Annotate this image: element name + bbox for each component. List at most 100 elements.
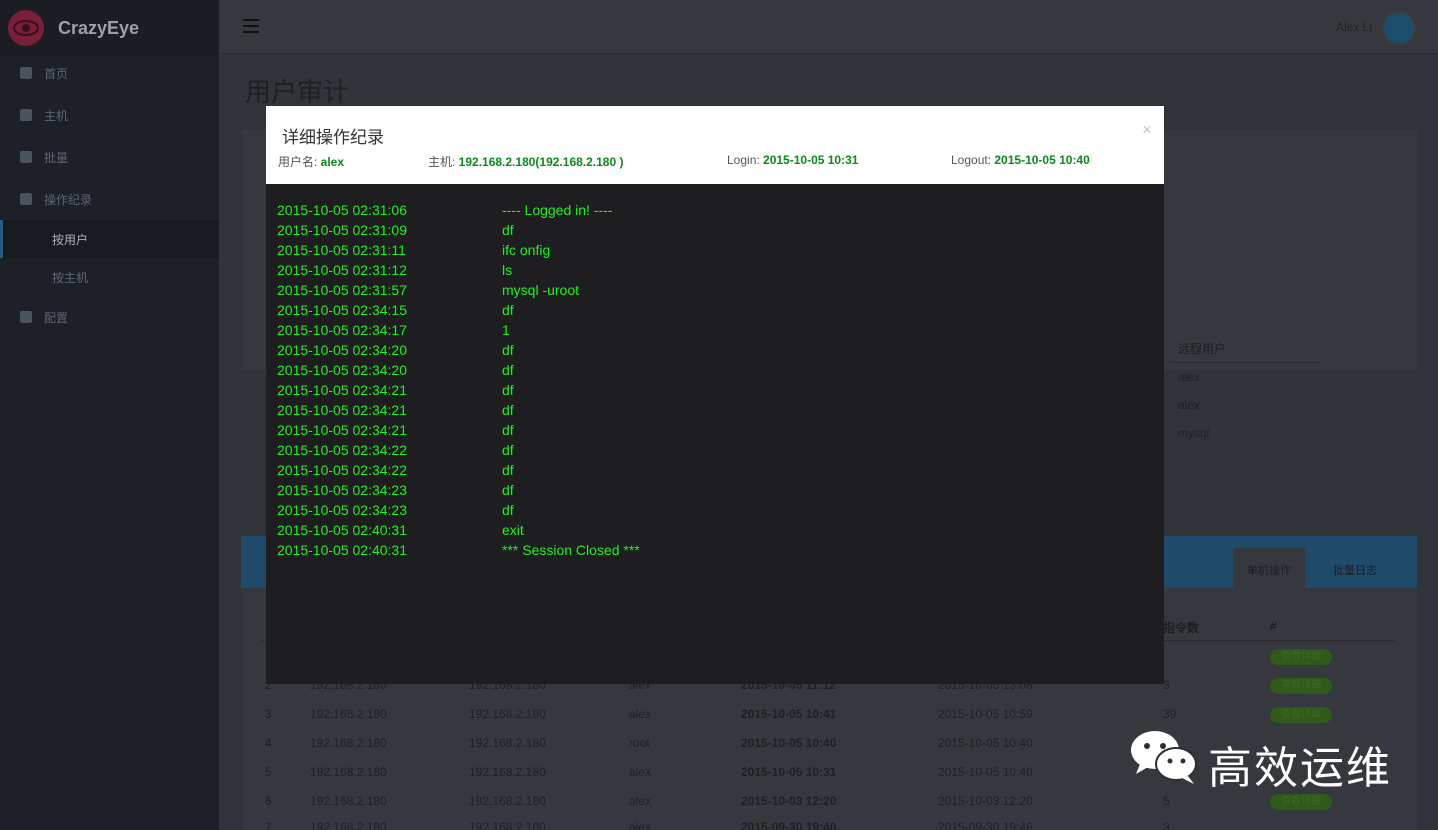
page-title: 用户审计 [245,77,350,107]
log-command: exit [502,522,524,538]
wechat-icon [1128,726,1200,786]
login-value: 2015-10-05 10:31 [763,153,859,167]
logout-value: 2015-10-05 10:40 [994,153,1090,167]
ip-cell: 192.168.2.180 [469,820,546,830]
logout-cell: 2015-10-05 10:59 [938,707,1033,721]
log-time: 2015-10-05 02:31:12 [277,262,407,278]
session-user: 用户名: alex [278,153,344,170]
login-cell: 2015-09-30 19:40 [741,820,837,830]
logout-label: Logout: [951,153,995,167]
avatar[interactable] [1382,11,1416,45]
sidebar-subitem-by-host[interactable]: 按主机 [0,258,219,296]
log-command: *** Session Closed *** [502,542,640,558]
sidebar-item-label: 主机 [44,108,69,123]
row-index: 5 [265,765,272,779]
user-label: 用户名: [278,155,321,169]
sidebar-item-label: 配置 [44,310,69,325]
log-time: 2015-10-05 02:34:23 [277,482,407,498]
sidebar-subitem-label: 按主机 [52,270,89,285]
remote-user-cell: alex [1178,398,1201,412]
remote-user-cell: alex [1178,370,1201,384]
modal-header: 详细操作纪录 × 用户名: alex 主机: 192.168.2.180(192… [266,106,1164,184]
log-command: df [502,382,514,398]
sidebar-item-label: 批量 [44,150,69,165]
dashboard-icon [20,67,32,79]
row-index: 6 [265,794,272,808]
login-label: Login: [727,153,764,167]
session-host: 主机: 192.168.2.180(192.168.2.180 ) [428,153,623,170]
log-time: 2015-10-05 02:40:31 [277,542,407,558]
book-icon [20,193,32,205]
log-time: 2015-10-05 02:34:20 [277,342,407,358]
menu-toggle-icon[interactable] [243,19,259,33]
ip-cell: 192.168.2.180 [469,736,546,750]
sidebar-item-audit[interactable]: 操作纪录 [0,178,219,220]
log-time: 2015-10-05 02:31:11 [277,242,406,258]
host-link[interactable]: 192.168.2.180 [310,794,387,808]
server-icon [20,109,32,121]
close-icon[interactable]: × [1142,120,1152,140]
logout-cell: 2015-10-05 10:40 [938,736,1033,750]
log-time: 2015-10-05 02:40:31 [277,522,407,538]
sidebar-item-label: 首页 [44,66,69,81]
sidebar-item-settings[interactable]: 配置 [0,296,219,338]
log-command: df [502,402,514,418]
brand[interactable]: CrazyEye [0,0,219,56]
sidebar-item-hosts[interactable]: 主机 [0,94,219,136]
row-index: 3 [265,707,272,721]
shuffle-icon [20,151,32,163]
row-index: 7 [265,820,272,830]
sidebar-item-batch[interactable]: 批量 [0,136,219,178]
log-command: mysql -uroot [502,282,580,298]
view-detail-button[interactable]: 查看详细 [1270,794,1332,810]
sidebar-item-home[interactable]: 首页 [0,52,219,94]
remote-user-header: 远程用户 [1178,342,1227,356]
sidebar-item-label: 操作纪录 [44,192,93,207]
sidebar-subitem-label: 按用户 [52,232,89,247]
ip-cell: 192.168.2.180 [469,707,546,721]
sidebar: CrazyEye 首页 主机 批量 操作纪录 按用户 按主机 配置 [0,0,219,830]
log-command: df [502,362,514,378]
sidebar-subitem-by-user[interactable]: 按用户 [0,220,219,258]
log-time: 2015-10-05 02:34:21 [277,422,407,438]
log-time: 2015-10-05 02:34:22 [277,462,407,478]
user-cell: alex [629,820,652,830]
view-detail-button[interactable]: 查看详细 [1270,649,1332,665]
host-label: 主机: [428,155,459,169]
view-detail-button[interactable]: 查看详细 [1270,678,1332,694]
log-command: df [502,342,514,358]
ip-cell: 192.168.2.180 [469,794,546,808]
log-command: df [502,482,514,498]
log-time: 2015-10-05 02:31:09 [277,222,407,238]
log-command: ifc onfig [502,242,551,258]
logout-cell: 2015-10-03 12:20 [938,794,1033,808]
host-link[interactable]: 192.168.2.180 [310,707,387,721]
tab-batch-log[interactable]: 批量日志 [1319,548,1391,588]
log-time: 2015-10-05 02:34:22 [277,442,407,458]
log-command: df [502,442,514,458]
log-command: df [502,422,514,438]
user-cell: alex [629,794,652,808]
host-link[interactable]: 192.168.2.180 [310,765,387,779]
host-link[interactable]: 192.168.2.180 [310,820,387,830]
user-value: alex [320,155,345,169]
session-logout: Logout: 2015-10-05 10:40 [951,153,1090,167]
host-link[interactable]: 192.168.2.180 [310,736,387,750]
gear-icon [20,311,32,323]
view-detail-button[interactable]: 查看详细 [1270,707,1332,723]
modal-title: 详细操作纪录 [282,128,384,147]
login-cell: 2015-10-05 10:31 [741,765,837,779]
tab-single-host[interactable]: 单机操作 [1233,548,1305,588]
user-cell: alex [629,707,652,721]
log-command: df [502,302,514,318]
user-cell: root [629,736,650,750]
operation-detail-modal: 详细操作纪录 × 用户名: alex 主机: 192.168.2.180(192… [266,106,1164,684]
log-command: df [502,222,514,238]
log-time: 2015-10-05 02:34:20 [277,362,407,378]
login-cell: 2015-10-05 10:41 [741,707,837,721]
count-cell: 5 [1163,794,1170,808]
user-name[interactable]: Alex Li [1336,20,1372,34]
hash-header: # [1270,619,1277,633]
eye-logo-icon [8,10,44,46]
log-time: 2015-10-05 02:34:23 [277,502,407,518]
